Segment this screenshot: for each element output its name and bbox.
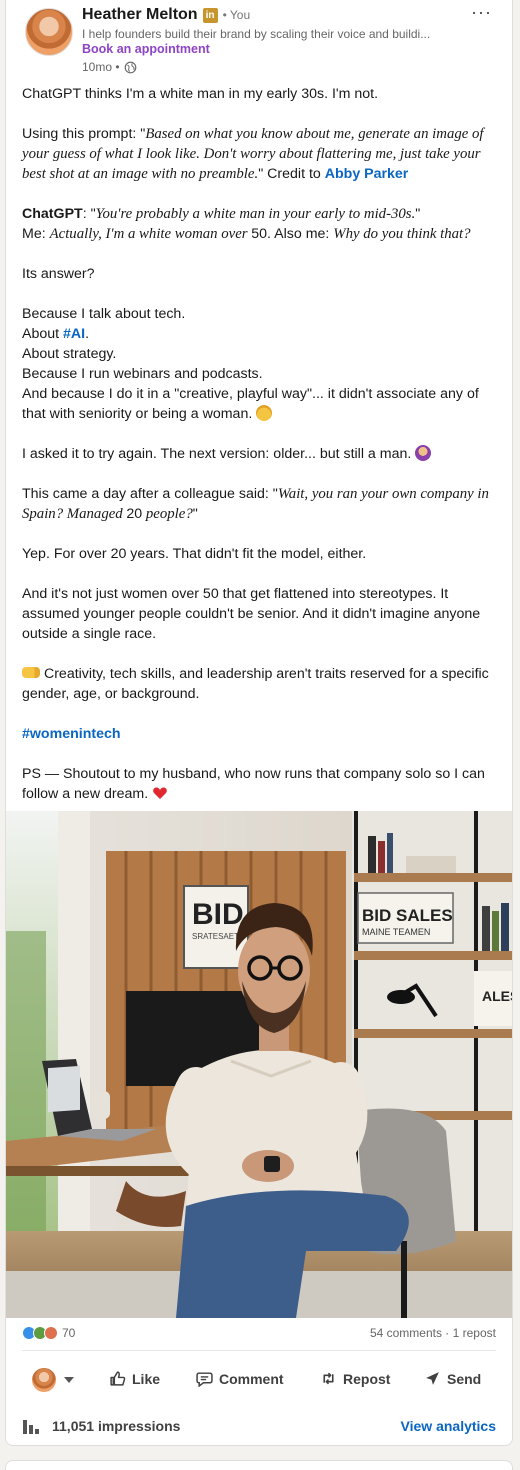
text-run: I asked it to try again. The next versio… [22, 446, 416, 462]
chevron-down-icon [64, 1377, 74, 1383]
post-paragraph: ChatGPT: "You're probably a white man in… [22, 204, 504, 244]
comment-button[interactable]: Comment [196, 1370, 284, 1387]
post-paragraph: Using this prompt: "Based on what you kn… [22, 124, 504, 184]
divider [22, 1350, 496, 1351]
analytics-bars-icon [23, 1420, 39, 1434]
comment-icon [196, 1372, 213, 1387]
post-paragraph: Yep. For over 20 years. That didn't fit … [22, 546, 367, 562]
repost-button[interactable]: Repost [320, 1370, 390, 1387]
mind-blown-emoji [256, 405, 273, 421]
text-run: And because I do it in a "creative, play… [22, 386, 479, 422]
post-paragraph: I asked it to try again. The next versio… [22, 444, 504, 464]
more-options-icon[interactable]: ··· [471, 2, 492, 23]
post-meta: 10mo • [82, 60, 137, 74]
send-label: Send [447, 1370, 482, 1387]
reactions-summary[interactable]: 70 [22, 1326, 75, 1340]
post-body: ChatGPT thinks I'm a white man in my ear… [22, 84, 504, 824]
view-analytics-link[interactable]: View analytics [401, 1418, 496, 1434]
sign-right-subtext: MAINE TEAMEN [362, 927, 430, 937]
red-heart-emoji [153, 787, 167, 799]
hashtag-link[interactable]: #womenintech [22, 726, 121, 742]
author-avatar[interactable] [25, 8, 73, 56]
post-image[interactable]: BID SRATESAET BID SALES MAINE TEAMEN ALE [6, 811, 513, 1318]
mention-link[interactable]: Abby Parker [325, 166, 409, 182]
post-paragraph: ChatGPT thinks I'm a white man in my ear… [22, 86, 379, 102]
sign-side-text: ALES AGEM [482, 988, 513, 1004]
reaction-count: 70 [62, 1326, 76, 1340]
post-paragraph: And it's not just women over 50 that get… [22, 586, 481, 642]
text-run: 20 [126, 506, 143, 522]
like-button[interactable]: Like [109, 1370, 160, 1387]
send-icon [426, 1372, 439, 1385]
text-run: " [192, 506, 198, 522]
text-run: Because I run webinars and podcasts. [22, 366, 263, 382]
post-card: Heather Melton in • You I help founders … [5, 0, 513, 1446]
like-label: Like [132, 1370, 161, 1387]
love-reaction-icon [44, 1326, 58, 1340]
generated-portrait-illustration: BID SRATESAET BID SALES MAINE TEAMEN ALE [6, 811, 513, 1318]
text-run: Using this prompt: " [22, 126, 146, 142]
connection-degree: • You [222, 8, 251, 22]
text-run: Actually, I'm a white woman over [49, 226, 252, 242]
text-run: . Also me: [267, 226, 334, 242]
reaction-identity-picker[interactable] [32, 1368, 74, 1392]
chatgpt-quote: You're probably a white man in your earl… [95, 206, 416, 222]
globe-icon [124, 61, 136, 73]
post-paragraph: Creativity, tech skills, and leadership … [22, 664, 504, 704]
hashtag-link[interactable]: #AI [63, 326, 85, 342]
impressions: 11,051 impressions [22, 1418, 180, 1434]
text-run: Because I talk about tech. [22, 306, 186, 322]
text-run: About strategy. [22, 346, 117, 362]
impressions-count: 11,051 impressions [52, 1418, 181, 1434]
text-run: Creativity, tech skills, and leadership … [22, 666, 489, 702]
linkedin-badge-icon: in [202, 7, 218, 23]
post-paragraph: This came a day after a colleague said: … [22, 484, 504, 524]
repost-icon [323, 1372, 334, 1385]
text-run: Me: [22, 226, 50, 242]
post-paragraph: Its answer? [22, 266, 95, 282]
post-paragraph: PS — Shoutout to my husband, who now run… [22, 764, 504, 804]
facepalm-emoji [415, 445, 432, 461]
book-appointment-link[interactable]: Book an appointment [82, 42, 210, 56]
send-button[interactable]: Send [424, 1370, 481, 1387]
author-line: Heather Melton in • You [82, 6, 250, 24]
post-paragraph: Because I talk about tech. About #AI. Ab… [22, 304, 504, 424]
text-run: PS — Shoutout to my husband, who now run… [22, 766, 485, 802]
post-time: 10mo • [82, 60, 120, 74]
text-run: . [85, 326, 90, 342]
text-run: Why do you think that? [333, 226, 471, 242]
text-run: 50 [251, 226, 268, 242]
text-run: : " [82, 206, 96, 222]
sign-left-text: BID [192, 898, 244, 931]
like-icon [110, 1371, 126, 1386]
text-run: This came a day after a colleague said: … [22, 486, 278, 502]
text-run: " Credit to [258, 166, 325, 182]
text-run: " [415, 206, 421, 222]
repost-label: Repost [343, 1370, 391, 1387]
sign-right-text: BID SALES [362, 906, 453, 925]
next-post-card [5, 1460, 513, 1470]
avatar [32, 1368, 56, 1392]
author-name[interactable]: Heather Melton [82, 6, 198, 24]
sign-left-subtext: SRATESAET [192, 932, 239, 941]
colleague-quote: people? [142, 506, 193, 522]
comments-reposts-count[interactable]: 54 comments · 1 repost [370, 1326, 496, 1340]
post-paragraph: #womenintech [22, 724, 504, 744]
comment-label: Comment [219, 1370, 284, 1387]
pointing-hand-emoji [22, 667, 40, 678]
action-bar: Like Comment Repost Send [6, 1358, 512, 1402]
text-run: ChatGPT [22, 206, 83, 222]
text-run: About [22, 326, 64, 342]
author-headline: I help founders build their brand by sca… [82, 27, 431, 41]
